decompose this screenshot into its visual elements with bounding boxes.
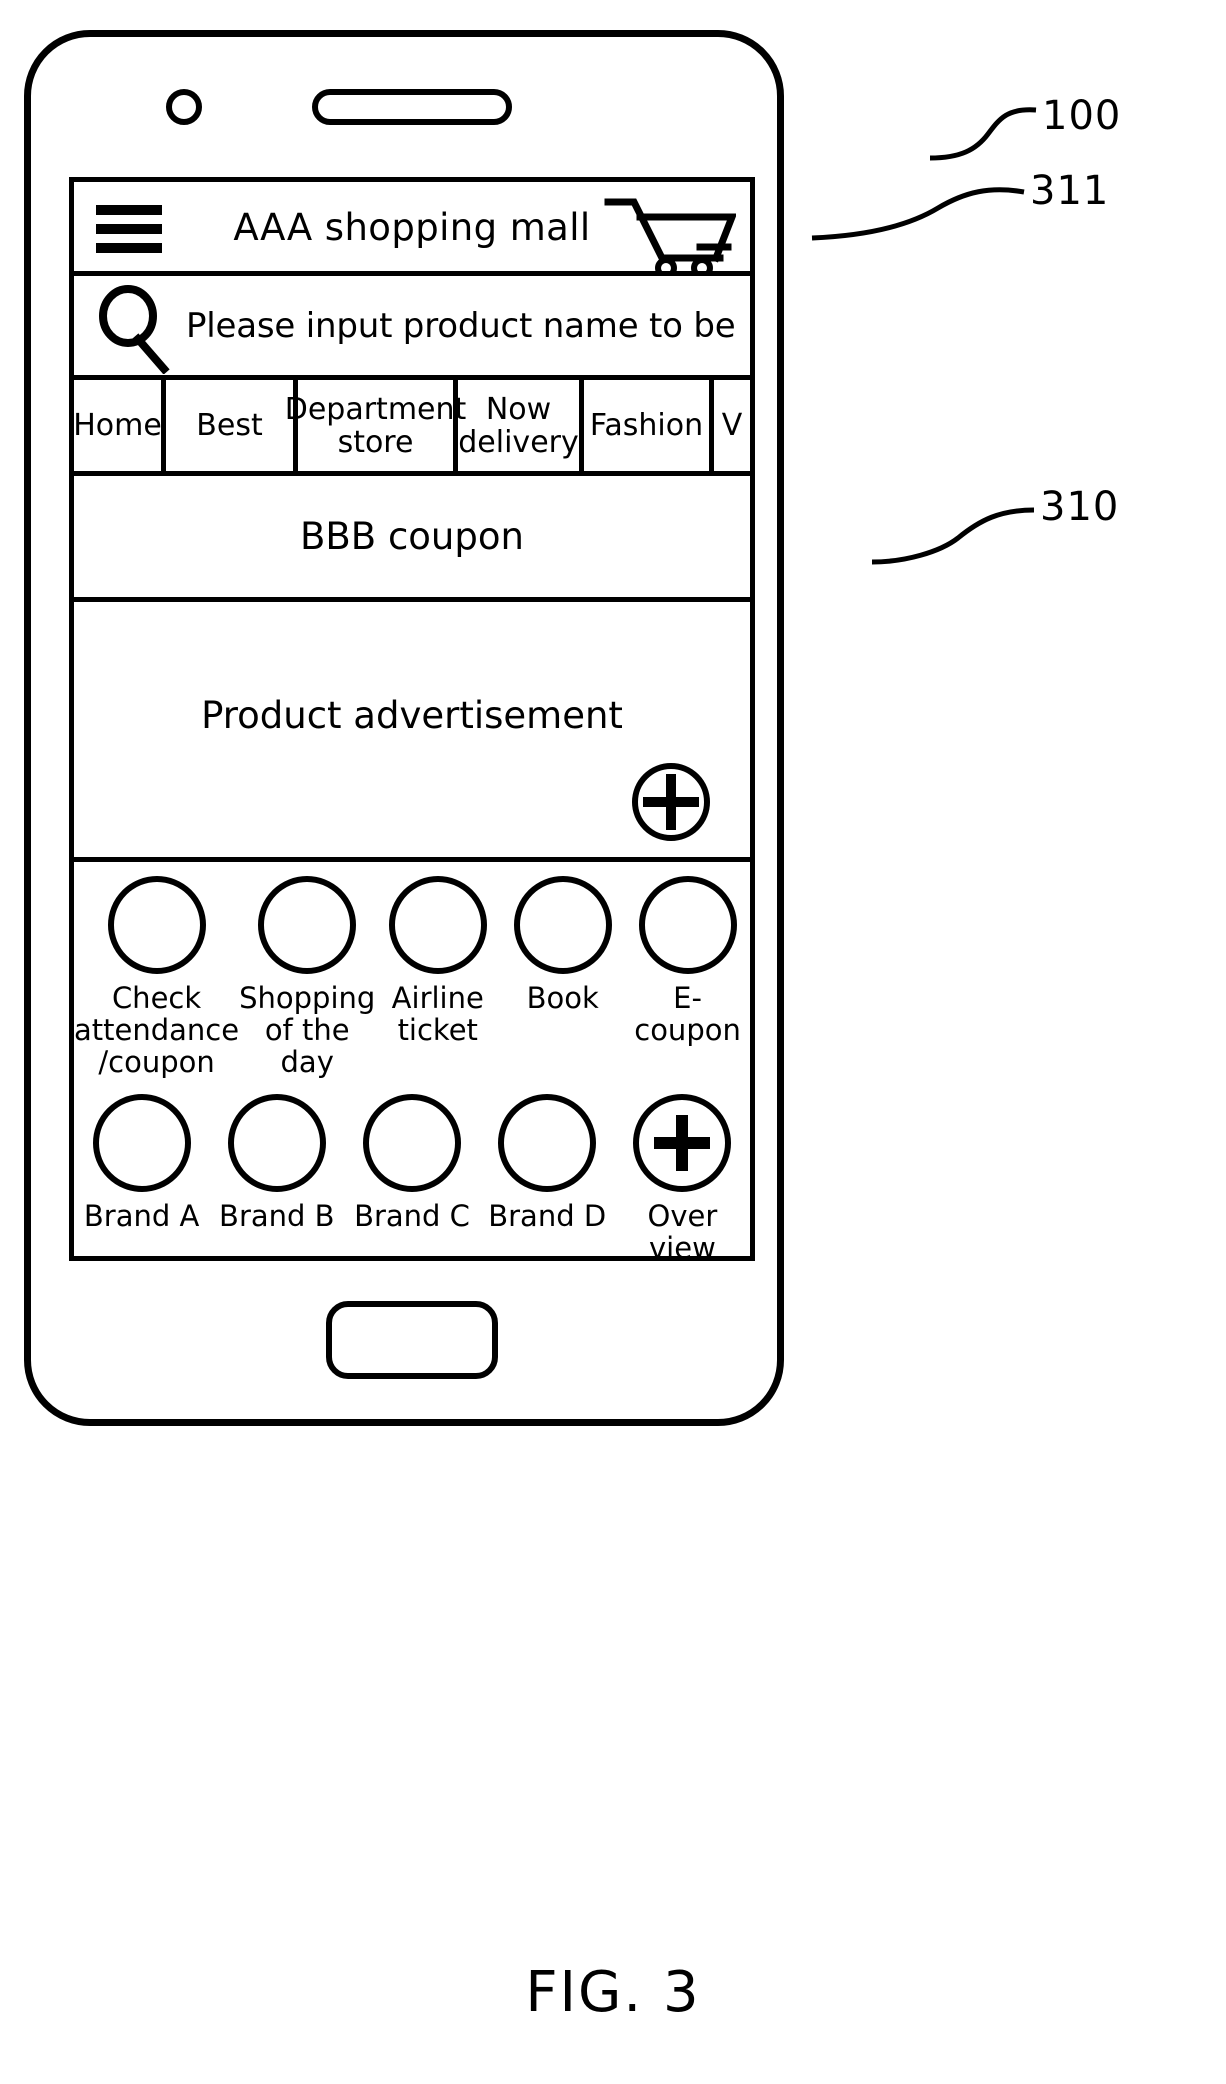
- tab-best[interactable]: Best: [166, 380, 298, 471]
- advertisement-area[interactable]: Product advertisement: [74, 602, 750, 862]
- shortcut-label: Brand B: [219, 1199, 335, 1233]
- circle-icon: [638, 876, 737, 974]
- reference-numeral-311: 311: [1030, 168, 1110, 214]
- circle-icon: [258, 876, 357, 974]
- shortcut-book[interactable]: Book: [500, 876, 625, 1078]
- screen: AAA shopping mall Home Best Department s…: [69, 177, 755, 1264]
- coupon-banner-label: BBB coupon: [300, 515, 524, 558]
- earpiece-speaker: [312, 89, 512, 125]
- coupon-banner[interactable]: BBB coupon: [74, 476, 750, 602]
- tab-department-store[interactable]: Department store: [285, 380, 466, 471]
- shortcut-brand-b[interactable]: Brand B: [209, 1094, 344, 1264]
- home-button[interactable]: [326, 1301, 498, 1379]
- shortcut-e-coupon[interactable]: E-coupon: [625, 876, 750, 1078]
- shortcut-label: E-coupon: [634, 981, 741, 1047]
- shortcut-check-attendance-coupon[interactable]: Check attendance /coupon: [74, 876, 239, 1078]
- circle-icon: [388, 876, 487, 974]
- circle-icon: [363, 1094, 461, 1192]
- figure-caption: FIG. 3: [525, 1960, 701, 2025]
- circle-icon: [513, 876, 612, 974]
- shortcut-label: Check attendance /coupon: [74, 981, 240, 1079]
- shortcut-row-1: Check attendance /coupon Shopping of the…: [74, 876, 750, 1078]
- shortcut-brand-a[interactable]: Brand A: [74, 1094, 209, 1264]
- camera-lens-icon: [166, 89, 202, 125]
- circle-icon: [92, 1094, 191, 1192]
- tab-fashion[interactable]: Fashion: [584, 380, 714, 471]
- circle-icon: [498, 1094, 597, 1192]
- shortcut-brand-d[interactable]: Brand D: [480, 1094, 615, 1264]
- search-bar: [74, 276, 750, 380]
- shortcut-airline-ticket[interactable]: Airline ticket: [375, 876, 500, 1078]
- reference-numeral-310: 310: [1040, 484, 1120, 530]
- circle-icon: [107, 876, 206, 974]
- shortcut-label: Over view: [647, 1199, 718, 1265]
- shortcut-overview[interactable]: Over view: [615, 1094, 750, 1264]
- shortcut-label: Brand C: [354, 1199, 470, 1233]
- mobile-terminal: AAA shopping mall Home Best Department s…: [24, 30, 784, 1426]
- shortcut-label: Airline ticket: [391, 981, 484, 1047]
- reference-numeral-100: 100: [1042, 93, 1122, 139]
- circle-icon: [227, 1094, 326, 1192]
- shortcut-grid: Check attendance /coupon Shopping of the…: [74, 862, 750, 1264]
- shortcut-row-2: Brand A Brand B Brand C Brand D Over vie…: [74, 1094, 750, 1264]
- plus-circle-icon[interactable]: [630, 761, 712, 843]
- plus-icon: [654, 1115, 711, 1171]
- plus-circle-icon: [633, 1094, 732, 1192]
- tab-more-chevron[interactable]: V: [714, 380, 750, 471]
- advertisement-label: Product advertisement: [201, 694, 623, 737]
- shortcut-shopping-of-the-day[interactable]: Shopping of the day: [239, 876, 375, 1078]
- shortcut-label: Book: [526, 981, 599, 1015]
- shopping-cart-icon[interactable]: [604, 190, 736, 276]
- shortcut-label: Brand A: [83, 1199, 200, 1233]
- shortcut-label: Brand D: [488, 1199, 607, 1233]
- tab-home[interactable]: Home: [73, 380, 166, 471]
- category-tab-bar: Home Best Department store Now delivery …: [73, 380, 750, 476]
- shortcut-brand-c[interactable]: Brand C: [344, 1094, 479, 1264]
- tab-now-delivery[interactable]: Now delivery: [458, 380, 584, 471]
- search-magnifier-icon[interactable]: [92, 284, 178, 374]
- search-input[interactable]: [184, 276, 740, 377]
- app-bar: AAA shopping mall: [74, 182, 750, 276]
- shortcut-label: Shopping of the day: [239, 981, 376, 1079]
